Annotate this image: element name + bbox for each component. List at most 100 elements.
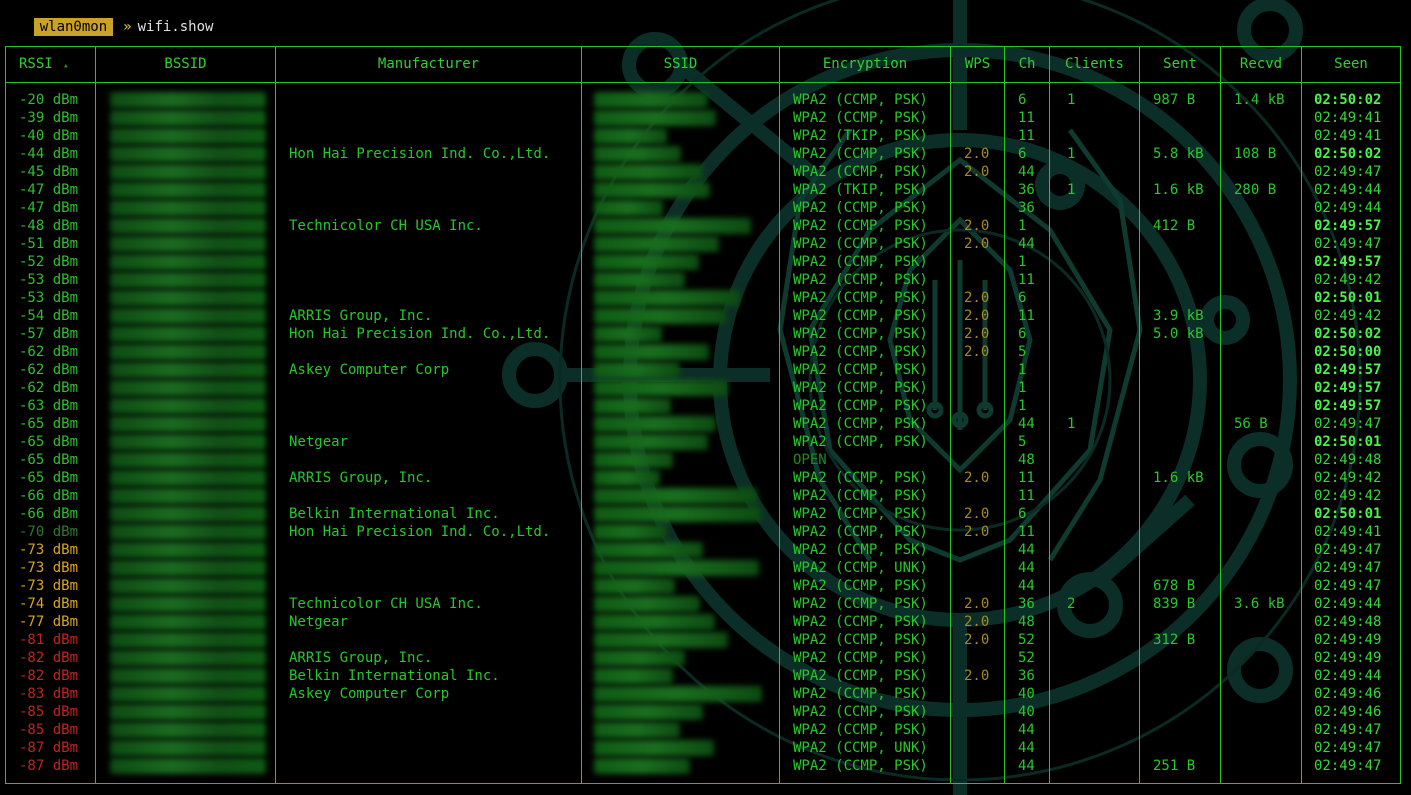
column-header-bssid[interactable]: BSSID <box>96 47 275 82</box>
ssid-redacted <box>594 326 662 342</box>
prompt-arrow-icon: » <box>123 19 132 35</box>
encryption-cell: WPA2 (CCMP, PSK) <box>793 308 928 324</box>
channel-cell: 44 <box>1018 758 1035 774</box>
ssid-redacted <box>594 740 714 756</box>
wps-cell: 2.0 <box>964 236 990 252</box>
bssid-redacted <box>110 632 266 648</box>
column-header-sent[interactable]: Sent <box>1140 47 1220 82</box>
column-header-wps[interactable]: WPS <box>951 47 1004 82</box>
encryption-cell: WPA2 (CCMP, PSK) <box>793 470 928 486</box>
ssid-redacted <box>594 434 708 450</box>
encryption-cell: WPA2 (CCMP, PSK) <box>793 272 928 288</box>
sent-cell: 251 B <box>1153 758 1196 774</box>
rssi-cell: -74 dBm <box>19 596 79 612</box>
terminal-screen: wlan0mon » wifi.show RSSI ▴ BSSID Manufact… <box>0 0 1411 795</box>
bssid-redacted <box>110 128 266 144</box>
rssi-cell: -83 dBm <box>19 686 79 702</box>
channel-cell: 11 <box>1018 308 1035 324</box>
channel-cell: 1 <box>1018 254 1027 270</box>
channel-cell: 6 <box>1018 146 1027 162</box>
channel-cell: 1 <box>1018 398 1027 414</box>
manufacturer-cell: Belkin International Inc. <box>289 668 500 684</box>
encryption-cell: WPA2 (CCMP, PSK) <box>793 398 928 414</box>
ssid-redacted <box>594 308 726 324</box>
encryption-cell: WPA2 (CCMP, PSK) <box>793 686 928 702</box>
bssid-redacted <box>110 146 266 162</box>
manufacturer-cell: Askey Computer Corp <box>289 362 450 378</box>
rssi-cell: -40 dBm <box>19 128 79 144</box>
bssid-redacted <box>110 182 266 198</box>
rssi-cell: -70 dBm <box>19 524 79 540</box>
encryption-cell: WPA2 (CCMP, PSK) <box>793 434 928 450</box>
encryption-cell: WPA2 (CCMP, PSK) <box>793 488 928 504</box>
seen-cell: 02:49:49 <box>1314 650 1382 666</box>
seen-cell: 02:49:47 <box>1314 416 1382 432</box>
rssi-cell: -85 dBm <box>19 722 79 738</box>
sent-cell: 3.9 kB <box>1153 308 1204 324</box>
bssid-redacted <box>110 686 266 702</box>
column-header-manufacturer[interactable]: Manufacturer <box>276 47 581 82</box>
column-header-clients[interactable]: Clients <box>1050 47 1139 82</box>
encryption-cell: WPA2 (CCMP, PSK) <box>793 92 928 108</box>
seen-cell: 02:49:57 <box>1314 380 1382 396</box>
ssid-redacted <box>594 416 716 432</box>
ssid-redacted <box>594 236 719 252</box>
encryption-cell: WPA2 (CCMP, PSK) <box>793 110 928 126</box>
rssi-cell: -51 dBm <box>19 236 79 252</box>
encryption-cell: WPA2 (CCMP, PSK) <box>793 416 928 432</box>
column-header-channel[interactable]: Ch <box>1005 47 1049 82</box>
recvd-cell: 56 B <box>1234 416 1268 432</box>
seen-cell: 02:49:48 <box>1314 452 1382 468</box>
column-header-ssid[interactable]: SSID <box>582 47 779 82</box>
channel-cell: 5 <box>1018 434 1027 450</box>
seen-cell: 02:50:00 <box>1314 344 1382 360</box>
column-divider <box>581 47 582 783</box>
interface-badge: wlan0mon <box>33 18 114 36</box>
wps-cell: 2.0 <box>964 668 990 684</box>
channel-cell: 44 <box>1018 560 1035 576</box>
seen-cell: 02:49:42 <box>1314 470 1382 486</box>
column-header-encryption[interactable]: Encryption <box>780 47 950 82</box>
ssid-redacted <box>594 218 751 234</box>
encryption-cell: WPA2 (CCMP, PSK) <box>793 326 928 342</box>
command-text[interactable]: wifi.show <box>138 19 214 35</box>
channel-cell: 1 <box>1018 380 1027 396</box>
rssi-cell: -82 dBm <box>19 650 79 666</box>
ssid-redacted <box>594 524 667 540</box>
ssid-redacted <box>594 380 728 396</box>
ssid-redacted <box>594 290 740 306</box>
bssid-redacted <box>110 470 266 486</box>
rssi-cell: -63 dBm <box>19 398 79 414</box>
column-header-recvd[interactable]: Recvd <box>1221 47 1301 82</box>
column-header-rssi[interactable]: RSSI ▴ <box>19 47 69 82</box>
seen-cell: 02:50:01 <box>1314 506 1382 522</box>
bssid-redacted <box>110 290 266 306</box>
seen-cell: 02:49:44 <box>1314 668 1382 684</box>
channel-cell: 44 <box>1018 236 1035 252</box>
ssid-redacted <box>594 254 699 270</box>
seen-cell: 02:50:01 <box>1314 434 1382 450</box>
rssi-cell: -65 dBm <box>19 416 79 432</box>
manufacturer-cell: Belkin International Inc. <box>289 506 500 522</box>
encryption-cell: WPA2 (CCMP, PSK) <box>793 380 928 396</box>
bssid-redacted <box>110 488 266 504</box>
ssid-redacted <box>594 398 671 414</box>
sent-cell: 839 B <box>1153 596 1196 612</box>
manufacturer-cell: Hon Hai Precision Ind. Co.,Ltd. <box>289 326 551 342</box>
channel-cell: 5 <box>1018 344 1027 360</box>
clients-cell: 1 <box>1067 92 1076 108</box>
ssid-redacted <box>594 596 700 612</box>
bssid-redacted <box>110 164 266 180</box>
sent-cell: 678 B <box>1153 578 1196 594</box>
seen-cell: 02:49:57 <box>1314 218 1382 234</box>
rssi-cell: -82 dBm <box>19 668 79 684</box>
sent-cell: 987 B <box>1153 92 1196 108</box>
wps-cell: 2.0 <box>964 308 990 324</box>
column-divider <box>95 47 96 783</box>
seen-cell: 02:49:47 <box>1314 164 1382 180</box>
column-divider <box>1049 47 1050 783</box>
bssid-redacted <box>110 254 266 270</box>
column-header-seen[interactable]: Seen <box>1302 47 1400 82</box>
encryption-cell: WPA2 (CCMP, PSK) <box>793 758 928 774</box>
sent-cell: 1.6 kB <box>1153 470 1204 486</box>
